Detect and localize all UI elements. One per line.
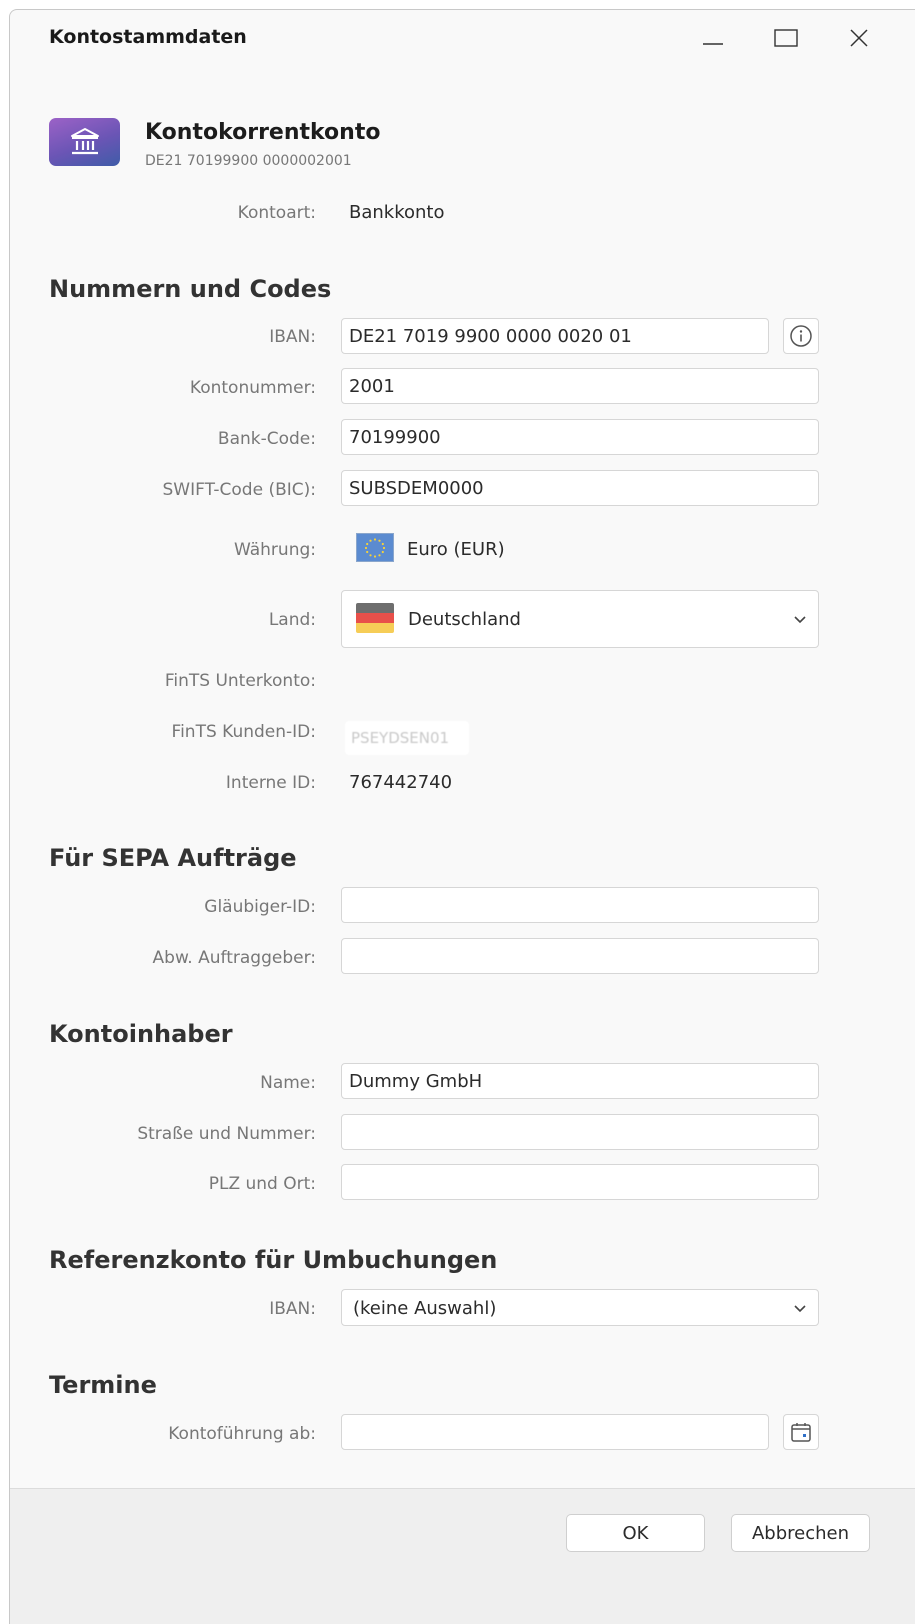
bank-code-input[interactable] <box>341 419 819 455</box>
street-input[interactable] <box>341 1114 819 1150</box>
account-type-value: Bankkonto <box>349 202 445 223</box>
date-picker-button[interactable] <box>783 1414 819 1450</box>
iban-info-button[interactable] <box>783 318 819 354</box>
germany-flag-icon <box>356 603 394 633</box>
ok-button[interactable]: OK <box>566 1514 705 1552</box>
section-heading-numbers: Nummern und Codes <box>49 275 332 303</box>
city-input[interactable] <box>341 1164 819 1200</box>
holder-name-input[interactable] <box>341 1063 819 1099</box>
minimize-icon <box>703 43 723 45</box>
city-label: PLZ und Ort: <box>208 1174 316 1194</box>
dialog-footer: OK Abbrechen <box>10 1488 915 1624</box>
account-iban-subtitle: DE21 70199900 0000002001 <box>145 153 352 169</box>
creditor-id-input[interactable] <box>341 887 819 923</box>
title-bar: Kontostammdaten <box>10 10 915 66</box>
alt-originator-input[interactable] <box>341 938 819 974</box>
section-heading-holder: Kontoinhaber <box>49 1020 233 1048</box>
reference-iban-label: IBAN: <box>269 1299 316 1319</box>
minimize-button[interactable] <box>693 20 733 56</box>
bank-code-label: Bank-Code: <box>217 429 316 449</box>
account-type-label: Kontoart: <box>237 203 316 223</box>
internal-id-value: 767442740 <box>349 772 453 793</box>
reference-iban-value: (keine Auswahl) <box>353 1298 497 1319</box>
internal-id-label: Interne ID: <box>225 773 316 793</box>
account-number-label: Kontonummer: <box>189 378 316 398</box>
chevron-down-icon <box>794 1304 806 1312</box>
section-heading-dates: Termine <box>49 1371 157 1399</box>
eu-flag-icon <box>356 533 394 562</box>
cancel-button[interactable]: Abbrechen <box>731 1514 870 1552</box>
dialog-window: Kontostammdaten Kontokorrentkonto DE21 7… <box>9 9 915 1624</box>
iban-label: IBAN: <box>269 327 316 347</box>
maximize-icon <box>774 29 798 47</box>
country-select[interactable]: Deutschland <box>341 590 819 648</box>
fints-customer-id-label: FinTS Kunden-ID: <box>171 722 316 742</box>
section-heading-sepa: Für SEPA Aufträge <box>49 844 297 872</box>
account-start-date-input[interactable] <box>341 1414 769 1450</box>
section-heading-reference: Referenzkonto für Umbuchungen <box>49 1246 498 1274</box>
maximize-button[interactable] <box>766 20 806 56</box>
country-label: Land: <box>268 610 316 630</box>
swift-code-input[interactable] <box>341 470 819 506</box>
account-number-input[interactable] <box>341 368 819 404</box>
street-label: Straße und Nummer: <box>137 1124 316 1144</box>
holder-name-label: Name: <box>260 1073 316 1093</box>
account-start-label: Kontoführung ab: <box>168 1424 316 1444</box>
reference-iban-select[interactable]: (keine Auswahl) <box>341 1289 819 1326</box>
creditor-id-label: Gläubiger-ID: <box>204 897 316 917</box>
currency-value: Euro (EUR) <box>407 539 505 560</box>
calendar-icon <box>791 1423 811 1442</box>
account-name: Kontokorrentkonto <box>145 120 381 145</box>
swift-code-label: SWIFT-Code (BIC): <box>162 480 316 500</box>
close-button[interactable] <box>839 20 879 56</box>
chevron-down-icon <box>794 616 806 624</box>
window-title: Kontostammdaten <box>49 26 247 48</box>
alt-originator-label: Abw. Auftraggeber: <box>152 948 316 968</box>
info-icon <box>790 325 812 347</box>
fints-subaccount-label: FinTS Unterkonto: <box>164 671 316 691</box>
close-icon <box>850 29 868 47</box>
bank-icon <box>49 118 120 166</box>
fints-customer-id-value: PSEYDSEN01 <box>345 721 469 755</box>
country-select-value: Deutschland <box>408 609 521 630</box>
currency-label: Währung: <box>234 540 316 560</box>
iban-input[interactable] <box>341 318 769 354</box>
